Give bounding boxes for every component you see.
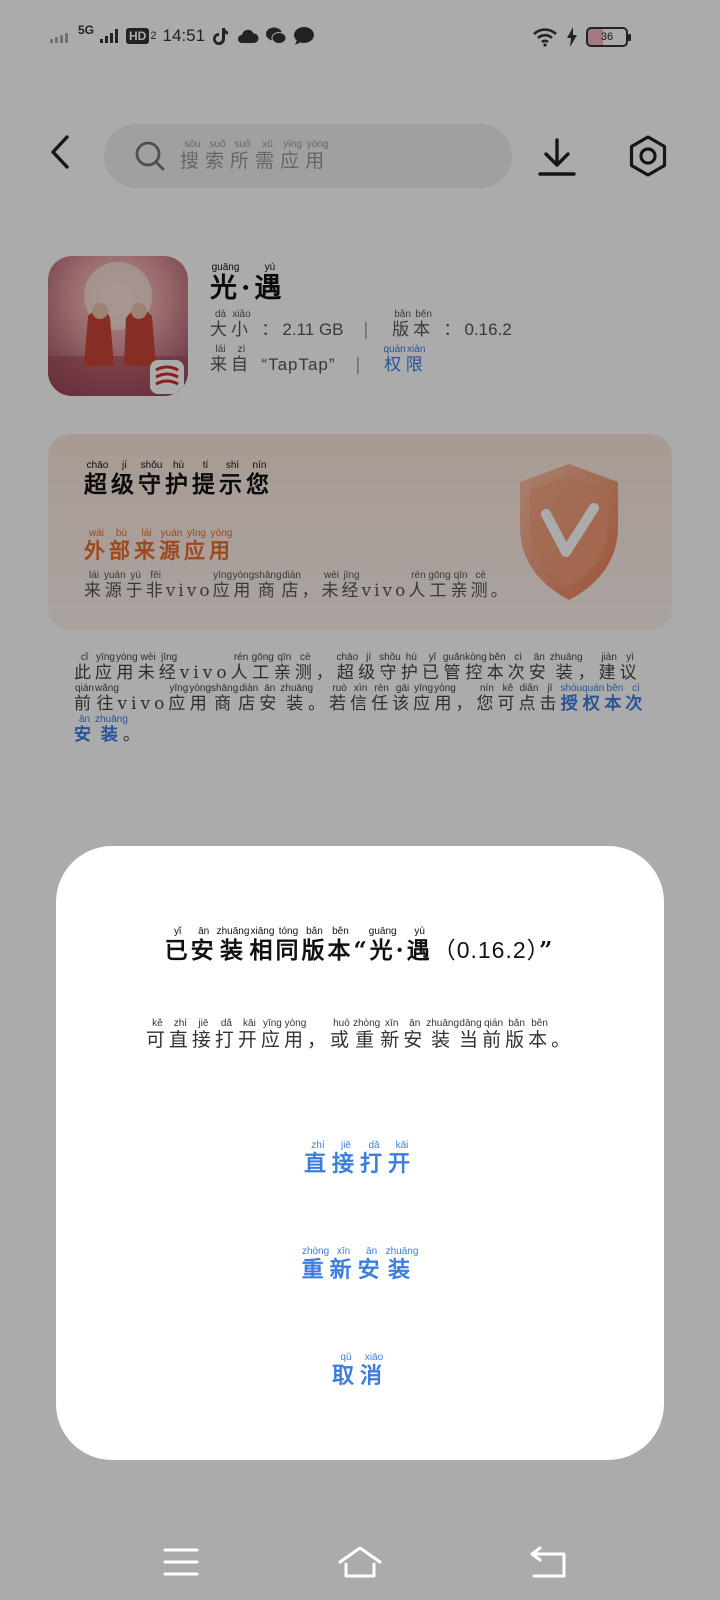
- reinstall-button[interactable]: 重zhòng新xīn安ān装zhuāng: [56, 1246, 664, 1284]
- dialog-title-version: （0.16.2）: [432, 937, 540, 963]
- dialog-title-prefix: 已yǐ安ān装zhuāng相xiāng同tóng版bǎn本běn: [164, 926, 354, 964]
- navigation-bar: [0, 1520, 720, 1600]
- back-arrow-icon: [530, 1546, 566, 1578]
- dialog-title: 已yǐ安ān装zhuāng相xiāng同tóng版bǎn本běn“光guāng·…: [56, 926, 664, 965]
- nav-back-button[interactable]: [526, 1540, 574, 1584]
- nav-menu-button[interactable]: [157, 1540, 205, 1584]
- dialog-description: 可kě直zhí接jiē打dǎ开kāi应yīng用yòng，或huò重zhòng新…: [145, 1018, 575, 1051]
- installed-version-dialog: 已yǐ安ān装zhuāng相xiāng同tóng版bǎn本běn“光guāng·…: [56, 846, 664, 1460]
- open-directly-button[interactable]: 直zhí接jiē打dǎ开kāi: [56, 1140, 664, 1178]
- nav-home-button[interactable]: [336, 1540, 384, 1584]
- dialog-title-open-quote: “: [353, 937, 370, 964]
- dialog-title-app: 光guāng·遇yù: [368, 926, 433, 964]
- cancel-button[interactable]: 取qǔ消xiāo: [56, 1352, 664, 1390]
- dialog-title-close-quote: ”: [539, 937, 556, 964]
- home-icon: [338, 1546, 382, 1578]
- menu-icon: [163, 1548, 199, 1576]
